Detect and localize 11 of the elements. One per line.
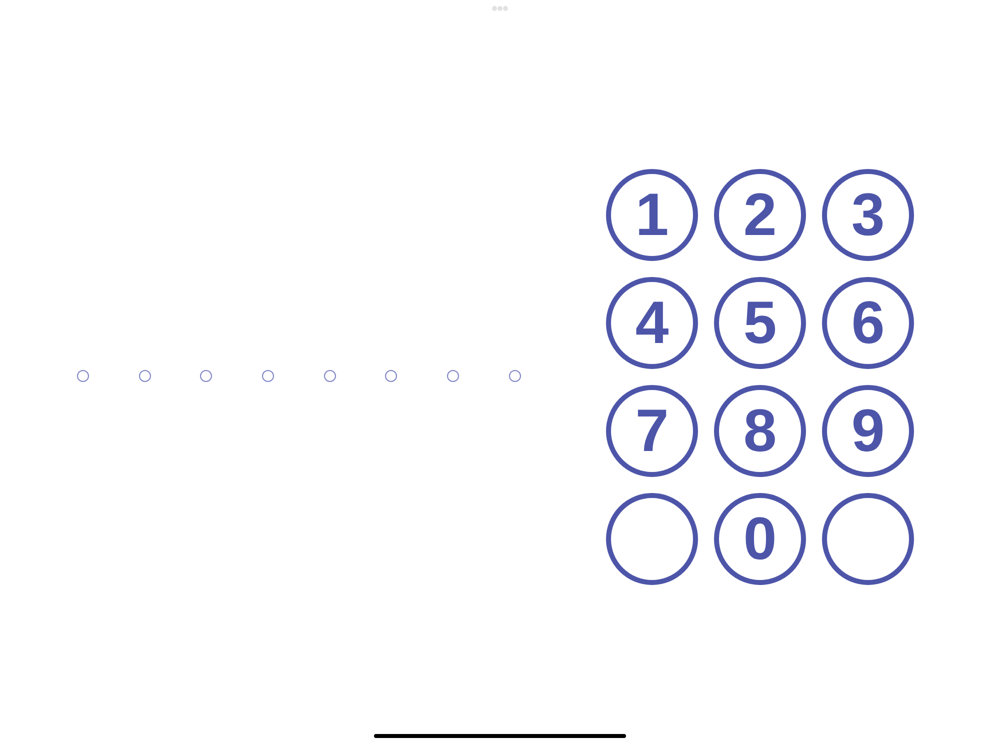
- digit-key[interactable]: 4: [606, 277, 698, 369]
- multitasking-dots-icon[interactable]: [492, 6, 508, 11]
- digit-key[interactable]: 3: [822, 169, 914, 261]
- digit-key[interactable]: 9: [822, 385, 914, 477]
- digit-key[interactable]: 2: [714, 169, 806, 261]
- digit-key[interactable]: 0: [714, 493, 806, 585]
- digit-key[interactable]: 6: [822, 277, 914, 369]
- digit-key[interactable]: 8: [714, 385, 806, 477]
- digit-key[interactable]: 5: [714, 277, 806, 369]
- digit-key[interactable]: 7: [606, 385, 698, 477]
- digit-key[interactable]: 1: [606, 169, 698, 261]
